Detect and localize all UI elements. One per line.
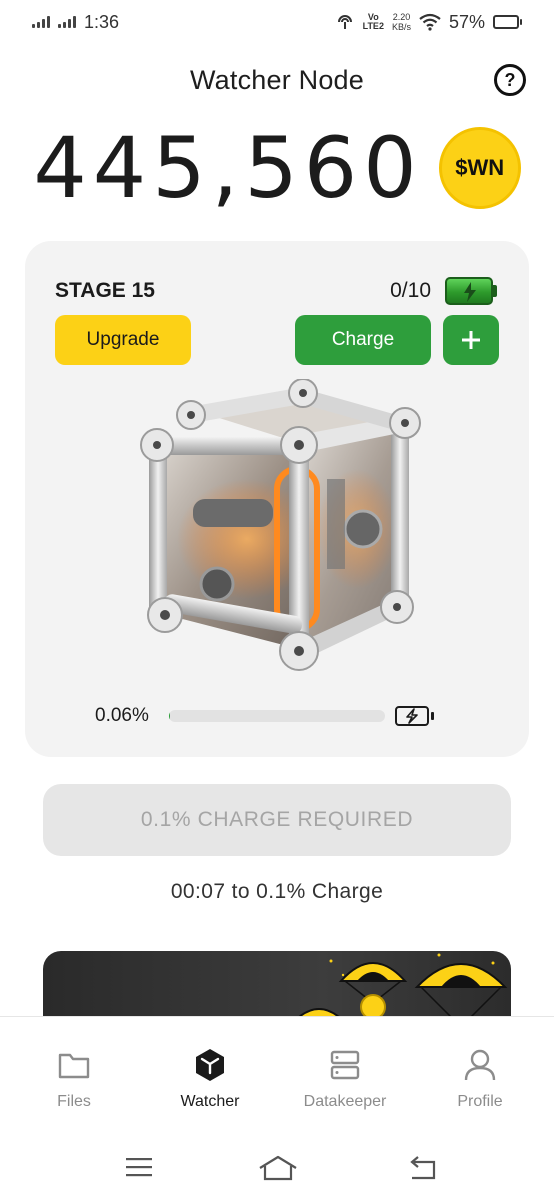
server-icon [330, 1050, 360, 1080]
menu-icon [126, 1158, 152, 1177]
battery-icon [493, 15, 522, 29]
help-button[interactable]: ? [494, 64, 526, 96]
help-icon: ? [504, 69, 516, 90]
nav-label-watcher: Watcher [180, 1093, 240, 1110]
cube-icon [196, 1049, 224, 1081]
nav-item-profile[interactable]: Profile [415, 1047, 545, 1111]
charge-count: 0/10 [390, 279, 431, 302]
nav-label-files: Files [57, 1093, 91, 1110]
page-title: Watcher Node [190, 64, 364, 95]
system-back-button[interactable] [406, 1154, 438, 1187]
upgrade-button[interactable]: Upgrade [55, 315, 191, 365]
full-battery-icon [445, 277, 497, 305]
page-header: Watcher Node ? [0, 56, 554, 104]
home-icon [259, 1155, 297, 1181]
status-time: 1:36 [84, 11, 120, 32]
status-bar: 1:36 Vo LTE2 2.20 KB/s 57% [0, 0, 554, 44]
user-icon [464, 1049, 496, 1081]
token-symbol: $WN [455, 155, 505, 180]
netspeed-unit: KB/s [391, 22, 411, 32]
vibrate-icon [337, 15, 352, 29]
network-speed: 2.20 KB/s [392, 12, 411, 32]
system-home-button[interactable] [258, 1154, 298, 1187]
volte-bottom: LTE2 [362, 21, 384, 31]
balance-row: 445,560 $WN [0, 118, 554, 218]
back-icon [410, 1156, 436, 1180]
bottom-nav: Files Watcher Datakeeper Profile [0, 1016, 554, 1128]
charge-required-button[interactable]: 0.1% CHARGE REQUIRED [43, 784, 511, 856]
signal-icon-1 [32, 16, 50, 28]
charge-button[interactable]: Charge [295, 315, 431, 365]
wifi-icon [419, 13, 441, 31]
nav-label-profile: Profile [457, 1093, 503, 1110]
watcher-cube-illustration [127, 378, 427, 689]
nav-item-datakeeper[interactable]: Datakeeper [280, 1047, 410, 1111]
token-coin-icon: $WN [438, 127, 521, 209]
status-left: 1:36 [32, 12, 119, 33]
stage-progress: 0.06% [95, 703, 475, 729]
progress-track [169, 710, 385, 722]
status-right: Vo LTE2 2.20 KB/s 57% [335, 12, 522, 33]
netspeed-value: 2.20 [392, 12, 411, 22]
signal-icon-2 [58, 16, 76, 28]
stage-card: STAGE 15 0/10 Upgrade Charge 0.06% [25, 241, 529, 757]
battery-percent: 57% [448, 11, 485, 32]
folder-icon [58, 1053, 90, 1079]
nav-item-watcher[interactable]: Watcher [145, 1047, 275, 1111]
balance-value: 445,560 [33, 119, 423, 217]
plus-icon [462, 331, 480, 349]
nav-item-files[interactable]: Files [9, 1047, 139, 1111]
add-charge-button[interactable] [443, 315, 499, 365]
nav-label-datakeeper: Datakeeper [303, 1093, 387, 1110]
stage-label: STAGE 15 [55, 279, 155, 302]
progress-percent: 0.06% [95, 705, 149, 726]
volte-indicator: Vo LTE2 [363, 13, 384, 31]
charge-battery-icon [395, 705, 437, 727]
charge-countdown: 00:07 to 0.1% Charge [170, 880, 384, 903]
system-nav-bar [0, 1140, 554, 1200]
system-menu-button[interactable] [124, 1154, 154, 1185]
